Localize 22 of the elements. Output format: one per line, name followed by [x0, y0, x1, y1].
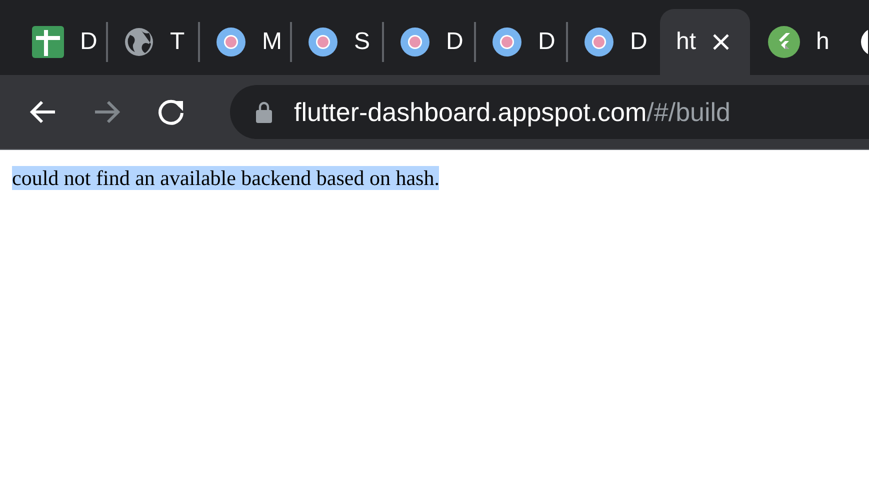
circle-icon [400, 27, 430, 57]
globe-icon [124, 27, 154, 57]
lock-icon [256, 101, 272, 123]
browser-tab[interactable]: M [200, 9, 290, 75]
close-icon[interactable] [712, 33, 730, 51]
circle-icon [308, 27, 338, 57]
browser-tab[interactable]: ht [660, 9, 750, 75]
circle-icon [216, 27, 246, 57]
spreadsheet-icon [32, 26, 64, 58]
browser-tab[interactable]: T [108, 9, 198, 75]
browser-tab[interactable]: h [752, 9, 842, 75]
browser-tab[interactable]: D [16, 9, 106, 75]
circle-icon [584, 27, 614, 57]
flutter-icon [768, 26, 800, 58]
circle-icon [492, 27, 522, 57]
browser-tab[interactable]: D [476, 9, 566, 75]
reload-icon[interactable] [156, 97, 186, 127]
browser-tab[interactable]: D [384, 9, 474, 75]
error-message: could not find an available backend based on hash. [12, 166, 440, 190]
browser-tab[interactable]: S [292, 9, 382, 75]
address-field[interactable]: flutter-dashboard.appspot.com/#/build [230, 85, 869, 139]
browser-tab[interactable]: D [568, 9, 658, 75]
